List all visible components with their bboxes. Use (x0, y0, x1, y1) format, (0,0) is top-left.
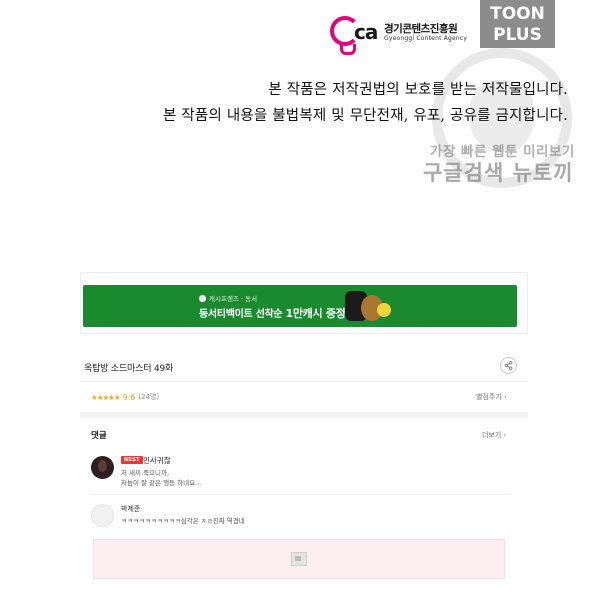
rating-score: 9.6 (122, 392, 136, 402)
comment-username: 박제준 (121, 505, 141, 513)
image-placeholder-icon (291, 552, 307, 566)
gca-logo-mark: ca (330, 14, 378, 55)
section-divider (80, 412, 528, 418)
gca-logo: ca 경기콘텐츠진흥원 Gyeonggi Content Agency (330, 14, 468, 55)
toonplus-logo-line2: PLUS (493, 25, 542, 45)
comment-text: ㅋㅋㅋㅋㅋㅋㅋㅋㅋㅋ심각은 ㅈㄹ진짜 역겹네 (121, 517, 245, 525)
copyright-notice-line1: 본 작품은 저작권법의 보호를 받는 저작물입니다. (268, 82, 568, 98)
ad-headline: 동서티백이트 선착순 1만캐시 증정 (199, 305, 346, 321)
comment-text: 저놈이 잘 같은 행동 하네요... (121, 479, 202, 487)
toonplus-logo: TOON PLUS (480, 0, 555, 48)
comments-more-link[interactable]: 더보기 › (482, 430, 506, 440)
bottom-ad[interactable] (93, 539, 505, 579)
rate-button[interactable]: 별점주기 › (476, 392, 507, 402)
comment-username: 민사귀찮 (143, 456, 171, 465)
banner-ad[interactable]: 캐시프렌즈 · 동서 동서티백이트 선착순 1만캐시 증정 (83, 285, 517, 327)
comment-text: 저 새끼 죽으니까, (121, 469, 170, 477)
ad-headline-highlight: 1만캐시 증정 (285, 307, 346, 320)
rating-votes: (24명) (138, 393, 160, 401)
avatar (91, 456, 114, 479)
episode-title: 옥탑방 소드마스터 49화 (84, 364, 174, 374)
ad-headline-prefix: 동서티백이트 선착순 (199, 309, 283, 320)
share-button[interactable] (500, 357, 517, 374)
cashfriends-icon (199, 294, 206, 302)
agency-name-en: Gyeonggi Content Agency (384, 35, 468, 43)
best-badge: BEST (121, 456, 143, 464)
ad-product-image (341, 289, 397, 325)
ad-brand-line: 캐시프렌즈 · 동서 (209, 295, 258, 303)
comment-divider (91, 494, 511, 495)
agency-name-kr: 경기콘텐츠진흥원 (384, 22, 458, 35)
copyright-notice-line2: 본 작품의 내용을 불법복제 및 무단전재, 유포, 공유를 금지합니다. (163, 108, 568, 124)
rating-stars: ★★★★★ (91, 392, 121, 402)
watermark-line2: 구글검색 뉴토끼 (423, 161, 574, 185)
rating: ★★★★★ 9.6 (24명) (91, 392, 159, 402)
share-icon (504, 361, 513, 370)
avatar (91, 504, 114, 527)
toonplus-logo-line1: TOON (490, 4, 545, 24)
divider (80, 381, 528, 382)
comments-header: 댓글 (91, 431, 107, 441)
